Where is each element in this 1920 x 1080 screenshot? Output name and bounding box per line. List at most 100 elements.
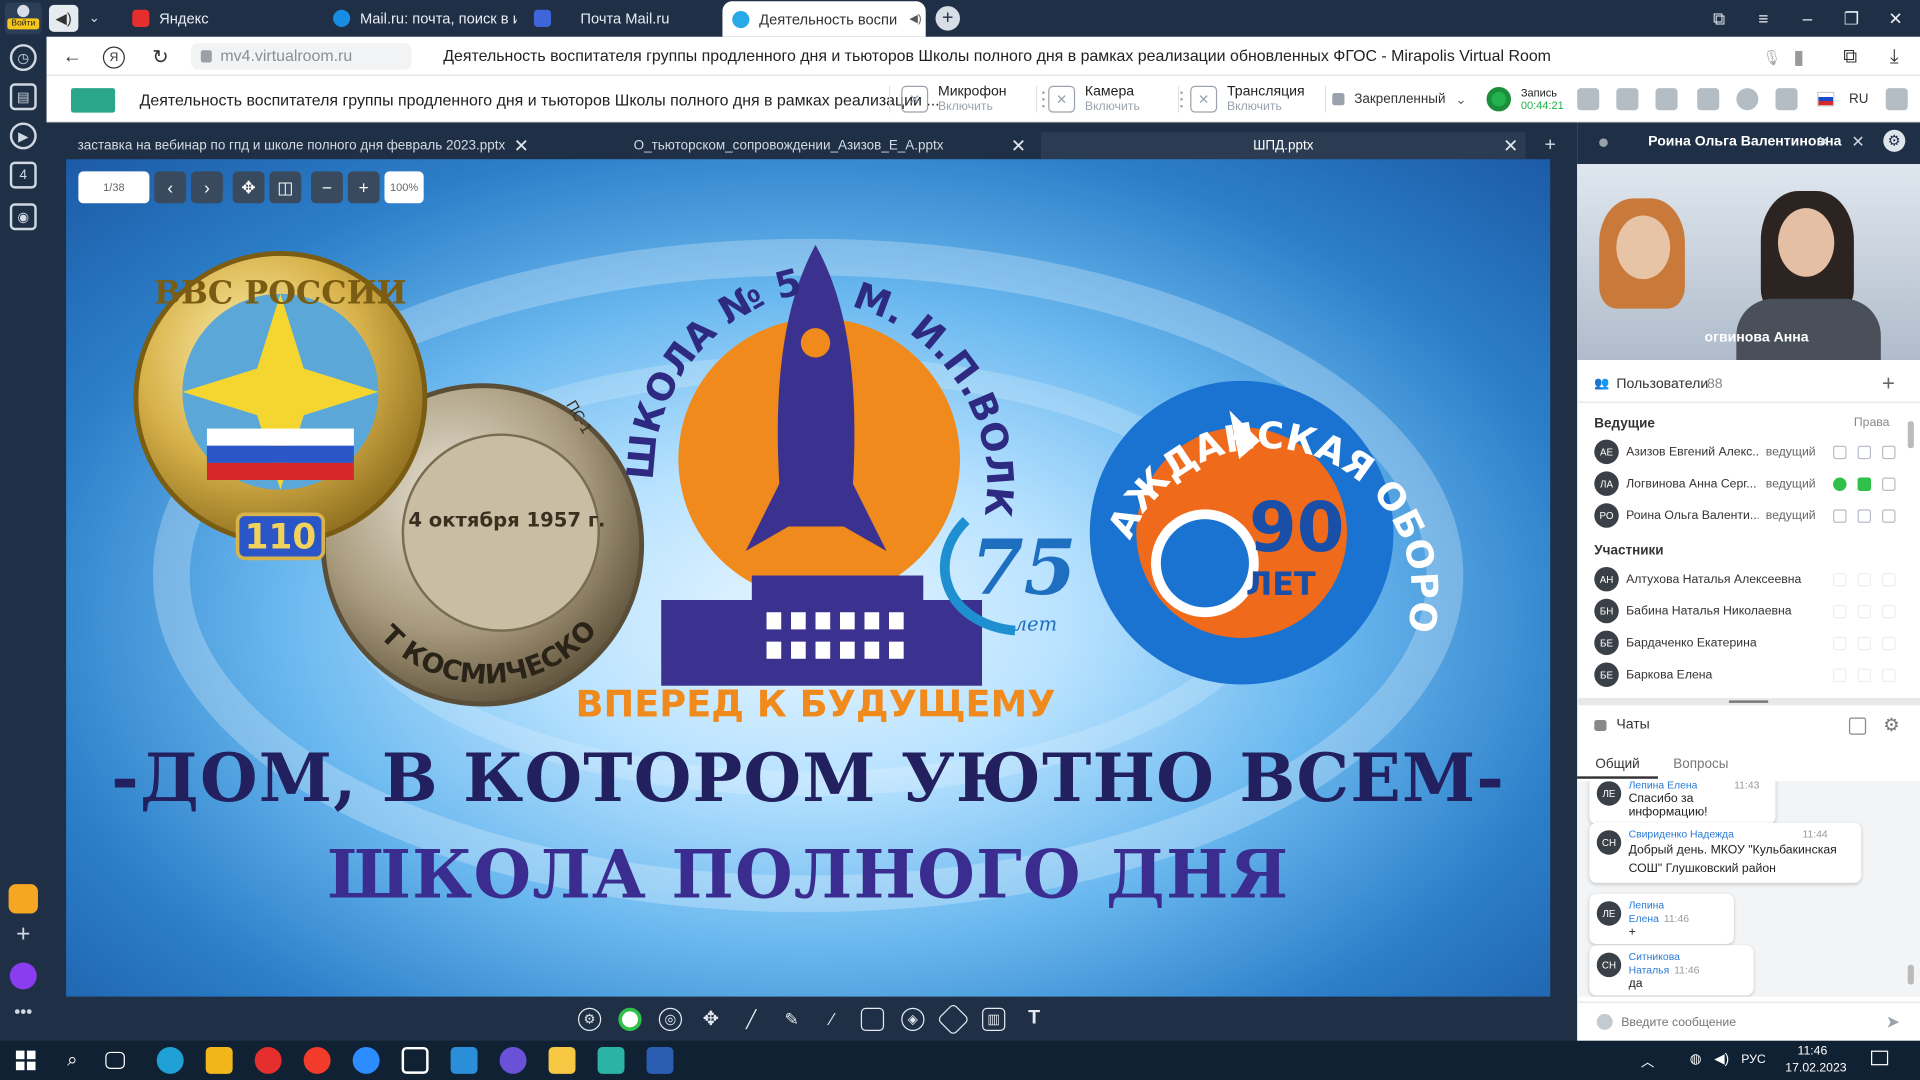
text-tool-icon[interactable]: T: [1022, 1007, 1045, 1030]
settings-gear-icon[interactable]: ⚙: [577, 1007, 602, 1031]
zoom-in-button[interactable]: +: [347, 171, 380, 204]
grid-layout-icon[interactable]: [1577, 88, 1600, 111]
tab-yandex[interactable]: Яндекс: [122, 0, 306, 37]
yandex-browser-icon[interactable]: [254, 1046, 282, 1074]
fit-width-icon[interactable]: ◫: [269, 171, 302, 204]
brush-icon[interactable]: ╱: [740, 1007, 763, 1030]
mic-off-icon[interactable]: [1833, 445, 1847, 459]
chevron-up-icon[interactable]: ︿: [1641, 1052, 1654, 1072]
mail-app-icon[interactable]: [8, 884, 38, 914]
webcam-video[interactable]: огвинова Анна: [1577, 164, 1920, 360]
back-arrow-icon[interactable]: ←: [59, 44, 86, 71]
info-icon[interactable]: [1736, 88, 1759, 111]
mic-on-icon[interactable]: [1833, 476, 1847, 491]
recording-indicator[interactable]: Запись 00:44:21: [1486, 81, 1564, 118]
play-icon[interactable]: ▶: [9, 122, 37, 150]
bookmark-icon[interactable]: ▮: [1785, 44, 1812, 71]
input-language[interactable]: РУС: [1741, 1053, 1766, 1066]
camera-toggle[interactable]: ✕ Камера Включить ⋮: [1048, 81, 1191, 118]
chat-settings-gear-icon[interactable]: ⚙: [1883, 714, 1899, 736]
layout-select[interactable]: Закрепленный ⌄: [1332, 81, 1467, 118]
close-icon[interactable]: ✕: [1503, 135, 1518, 157]
participant-row[interactable]: БЕ Баркова Елена: [1594, 661, 1900, 688]
edge-icon[interactable]: [156, 1046, 184, 1074]
chat-scrollbar[interactable]: [1907, 964, 1914, 985]
host-row[interactable]: АЕ Азизов Евгений Алекс... ведущий: [1594, 438, 1900, 465]
camera-icon[interactable]: [1857, 667, 1872, 682]
prev-slide-button[interactable]: ‹: [154, 171, 187, 204]
screen-icon[interactable]: [1882, 604, 1896, 618]
eraser-icon[interactable]: [936, 1002, 970, 1036]
next-slide-button[interactable]: ›: [191, 171, 223, 204]
folder-icon[interactable]: [1655, 88, 1678, 111]
more-icon[interactable]: •••: [10, 1002, 37, 1029]
camera-more-icon[interactable]: ⋮: [1172, 87, 1192, 111]
notifications-icon[interactable]: [1871, 1050, 1889, 1066]
add-app-icon[interactable]: +: [10, 921, 37, 948]
video-settings-gear-icon[interactable]: ⚙: [1883, 129, 1906, 152]
close-icon[interactable]: ✕: [1011, 135, 1026, 157]
presentation-tab-1[interactable]: заставка на вебинар по гпд и школе полно…: [47, 132, 537, 159]
screen-icon[interactable]: [1882, 572, 1896, 586]
message-input[interactable]: [1621, 1010, 1867, 1035]
tab-menu-chevron-icon[interactable]: ⌄: [83, 5, 105, 32]
trash-icon[interactable]: ▥: [982, 1007, 1006, 1031]
mic-icon[interactable]: [1833, 572, 1847, 586]
host-row[interactable]: РО Роина Ольга Валенти... ведущий: [1594, 502, 1900, 529]
chat-tab-general[interactable]: Общий: [1577, 749, 1658, 779]
search-icon[interactable]: ⌕: [59, 1047, 86, 1074]
broadcast-toggle[interactable]: ✕ Трансляция Включить: [1190, 81, 1305, 118]
screen-share-icon[interactable]: [1882, 445, 1896, 459]
presentation-tab-3[interactable]: ШПД.pptx ✕: [1040, 132, 1526, 160]
word-icon[interactable]: [646, 1046, 674, 1074]
clock-time[interactable]: 11:46: [1798, 1044, 1828, 1057]
cube-app-icon[interactable]: [401, 1046, 429, 1074]
app-icon[interactable]: [499, 1046, 527, 1074]
mic-permission-icon[interactable]: 🎙: [1758, 44, 1785, 71]
host-row[interactable]: ЛА Логвинова Анна Серг... ведущий: [1594, 470, 1900, 497]
new-tab-button[interactable]: +: [935, 6, 960, 31]
store-icon[interactable]: [205, 1046, 233, 1074]
color-picker-icon[interactable]: [618, 1007, 642, 1031]
camera-on-icon[interactable]: [1857, 476, 1872, 491]
camera-off-icon[interactable]: ✕: [1851, 132, 1864, 152]
participant-row[interactable]: АН Алтухова Наталья Алексеевна: [1594, 566, 1900, 593]
tab-count-icon[interactable]: 4: [9, 161, 37, 189]
zoom-level[interactable]: 100%: [384, 171, 424, 204]
task-view-icon[interactable]: [105, 1051, 125, 1069]
yandex-logo-icon[interactable]: Я: [102, 46, 125, 69]
pointer-icon[interactable]: ◎: [658, 1007, 683, 1031]
exit-icon[interactable]: [1885, 88, 1908, 111]
minimize-icon[interactable]: –: [1785, 0, 1829, 37]
screen-icon[interactable]: [1882, 636, 1896, 650]
bookmarks-icon[interactable]: ⧉: [1697, 0, 1741, 37]
restore-icon[interactable]: ❐: [1829, 0, 1873, 37]
chat-tab-questions[interactable]: Вопросы: [1658, 749, 1744, 778]
menu-icon[interactable]: ≡: [1741, 0, 1785, 37]
chat-export-icon[interactable]: [1848, 717, 1867, 735]
app-tile-icon[interactable]: [597, 1046, 625, 1074]
mic-icon[interactable]: [1833, 604, 1847, 618]
screenshot-icon[interactable]: ◉: [9, 203, 37, 231]
volume-icon[interactable]: ◀): [1714, 1051, 1729, 1067]
network-icon[interactable]: ◍: [1690, 1051, 1702, 1067]
line-icon[interactable]: ⁄: [820, 1007, 843, 1030]
screen-share-icon[interactable]: [1882, 508, 1896, 523]
language-label[interactable]: RU: [1849, 92, 1868, 107]
collections-icon[interactable]: ▤: [9, 83, 37, 111]
collections-add-icon[interactable]: ⧉: [1837, 44, 1864, 71]
user-settings-icon[interactable]: [1697, 88, 1720, 111]
users-scrollbar[interactable]: [1907, 421, 1914, 449]
camera-off-icon[interactable]: [1857, 508, 1872, 523]
zoom-icon[interactable]: [352, 1046, 380, 1074]
yandex-icon[interactable]: [303, 1046, 331, 1074]
login-button[interactable]: Войти: [4, 2, 42, 35]
move-icon[interactable]: ✥: [699, 1007, 722, 1030]
participant-row[interactable]: БЕ Бардаченко Екатерина: [1594, 629, 1900, 656]
network-icon[interactable]: [1775, 88, 1798, 111]
reload-icon[interactable]: ↻: [147, 44, 174, 71]
tab-audio-icon[interactable]: ◀): [909, 12, 921, 25]
emoji-icon[interactable]: [1596, 1013, 1613, 1030]
screen-share-icon[interactable]: [1882, 476, 1896, 491]
mail-icon[interactable]: [450, 1046, 478, 1074]
